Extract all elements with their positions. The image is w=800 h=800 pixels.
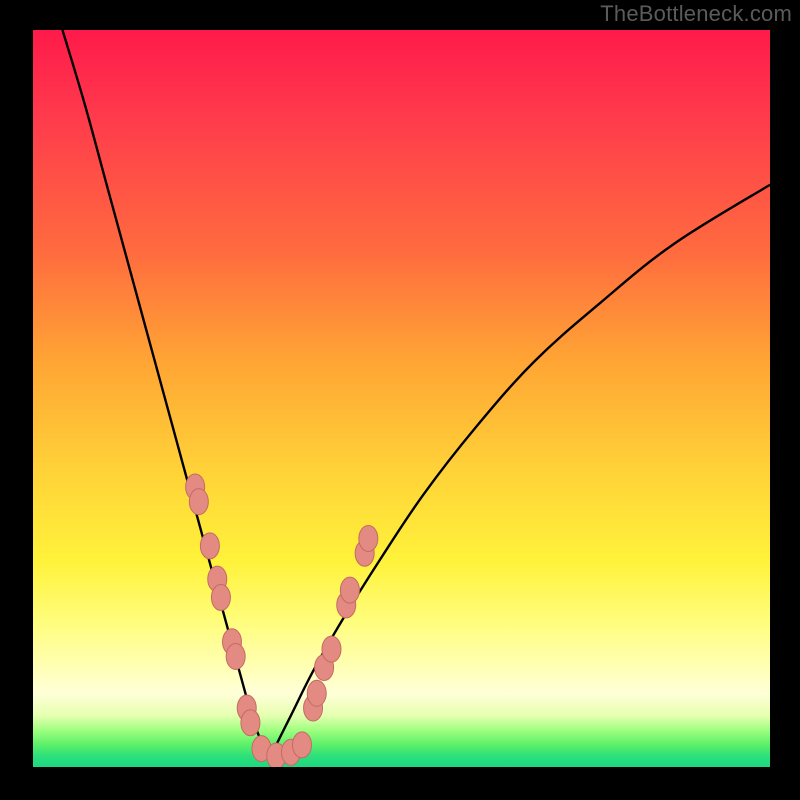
- marker-cluster: [186, 474, 378, 767]
- data-marker: [200, 533, 219, 559]
- data-marker: [189, 489, 208, 515]
- chart-frame: TheBottleneck.com: [0, 0, 800, 800]
- curve-right-branch: [269, 185, 770, 760]
- data-marker: [241, 710, 260, 736]
- data-marker: [226, 643, 245, 669]
- data-marker: [307, 680, 326, 706]
- data-marker: [340, 577, 359, 603]
- data-marker: [359, 526, 378, 552]
- data-marker: [211, 584, 230, 610]
- watermark-text: TheBottleneck.com: [600, 1, 792, 27]
- data-marker: [293, 732, 312, 758]
- data-marker: [322, 636, 341, 662]
- curve-layer: [33, 30, 770, 767]
- v-curve: [62, 30, 770, 760]
- plot-area: [33, 30, 770, 767]
